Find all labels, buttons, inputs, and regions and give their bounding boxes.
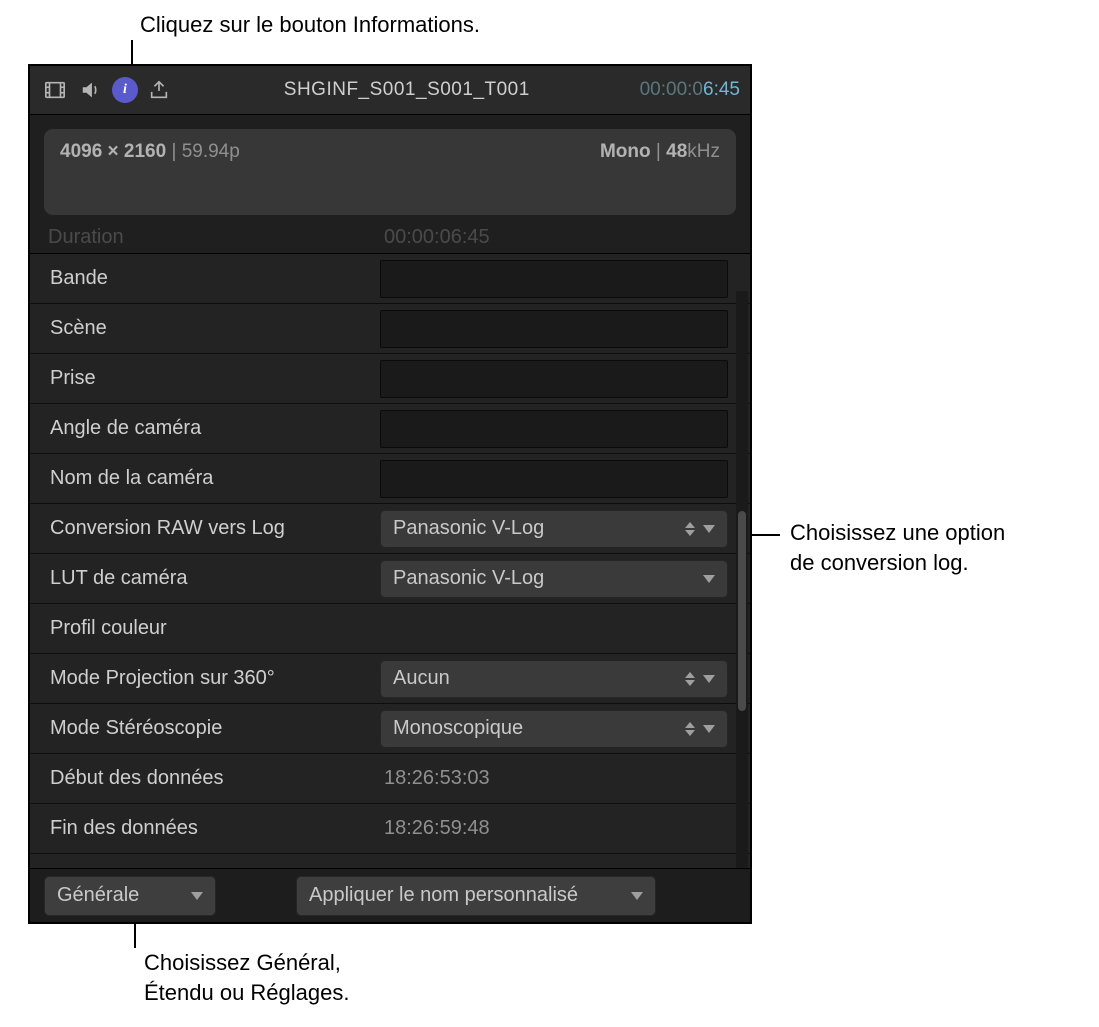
sample-rate-unit: kHz	[687, 141, 720, 162]
frame-rate-value: 59.94p	[182, 141, 240, 162]
timecode-value: 6:45	[703, 79, 740, 100]
callout-bottom-l1: Choisissez Général,	[144, 948, 341, 978]
dropdown-stereo-value: Monoscopique	[393, 717, 523, 740]
dropdown-lut-value: Panasonic V-Log	[393, 567, 544, 590]
clip-title: SHGINF_S001_S001_T001	[180, 79, 634, 101]
chevron-updown-icon	[685, 722, 695, 736]
dropdown-apply-value: Appliquer le nom personnalisé	[309, 884, 578, 907]
callout-bottom-l2: Étendu ou Réglages.	[144, 978, 350, 1008]
row-angle: Angle de caméra	[30, 404, 750, 454]
summary-sep: |	[166, 141, 182, 162]
value-debut-donnees: 18:26:53:03	[380, 767, 490, 790]
metadata-property-list: Bande Scène Prise Angle de caméra Nom de…	[30, 253, 750, 868]
label-profil-couleur: Profil couleur	[50, 617, 380, 640]
row-projection-360: Mode Projection sur 360° Aucun	[30, 654, 750, 704]
duration-label: Duration	[48, 226, 384, 249]
share-inspector-tab-icon[interactable]	[144, 75, 174, 105]
info-inspector-panel: i SHGINF_S001_S001_T001 00:00:06:45 4096…	[28, 64, 752, 924]
dropdown-apply-custom-name[interactable]: Appliquer le nom personnalisé	[296, 876, 656, 916]
row-debut-donnees: Début des données 18:26:53:03	[30, 754, 750, 804]
input-nom-camera[interactable]	[380, 460, 728, 498]
sample-rate-value: 48	[666, 141, 687, 162]
row-prise: Prise	[30, 354, 750, 404]
label-fin-donnees: Fin des données	[50, 817, 380, 840]
inspector-footer: Générale Appliquer le nom personnalisé	[30, 868, 750, 922]
row-stereoscopie: Mode Stéréoscopie Monoscopique	[30, 704, 750, 754]
dropdown-camera-lut[interactable]: Panasonic V-Log	[380, 560, 728, 598]
label-stereoscopie: Mode Stéréoscopie	[50, 717, 380, 740]
row-partial-cutoff	[30, 854, 750, 868]
input-angle[interactable]	[380, 410, 728, 448]
dropdown-raw-value: Panasonic V-Log	[393, 517, 544, 540]
row-profil-couleur: Profil couleur	[30, 604, 750, 654]
row-nom-camera: Nom de la caméra	[30, 454, 750, 504]
audio-inspector-tab-icon[interactable]	[76, 75, 106, 105]
row-fin-donnees: Fin des données 18:26:59:48	[30, 804, 750, 854]
label-prise: Prise	[50, 367, 380, 390]
audio-channels-value: Mono	[600, 141, 651, 162]
dropdown-projection-360[interactable]: Aucun	[380, 660, 728, 698]
dropdown-metadata-view[interactable]: Générale	[44, 876, 216, 916]
input-scene[interactable]	[380, 310, 728, 348]
dropdown-raw-to-log[interactable]: Panasonic V-Log	[380, 510, 728, 548]
row-raw-to-log: Conversion RAW vers Log Panasonic V-Log	[30, 504, 750, 554]
label-raw-to-log: Conversion RAW vers Log	[50, 517, 380, 540]
dropdown-stereoscopie[interactable]: Monoscopique	[380, 710, 728, 748]
callout-right-l2: de conversion log.	[790, 548, 969, 578]
label-nom-camera: Nom de la caméra	[50, 467, 380, 490]
clip-summary: 4096 × 2160 | 59.94p Mono | 48kHz	[44, 129, 736, 215]
callout-right-l1: Choisissez une option	[790, 518, 1005, 548]
video-inspector-tab-icon[interactable]	[40, 75, 70, 105]
label-camera-lut: LUT de caméra	[50, 567, 380, 590]
input-bande[interactable]	[380, 260, 728, 298]
chevron-updown-icon	[685, 672, 695, 686]
peek-row-duration: Duration 00:00:06:45	[30, 225, 750, 249]
row-camera-lut: LUT de caméra Panasonic V-Log	[30, 554, 750, 604]
timecode-zero-prefix: 00:00:0	[640, 79, 703, 100]
scrollbar-thumb[interactable]	[738, 511, 746, 711]
row-scene: Scène	[30, 304, 750, 354]
resolution-summary: 4096 × 2160 | 59.94p	[60, 141, 240, 203]
chevron-updown-icon	[685, 522, 695, 536]
audio-summary: Mono | 48kHz	[600, 141, 720, 203]
info-inspector-tab-icon[interactable]: i	[112, 77, 138, 103]
summary-sep: |	[651, 141, 667, 162]
label-projection-360: Mode Projection sur 360°	[50, 667, 380, 690]
value-fin-donnees: 18:26:59:48	[380, 817, 490, 840]
callout-top: Cliquez sur le bouton Informations.	[140, 10, 480, 40]
label-scene: Scène	[50, 317, 380, 340]
resolution-value: 4096 × 2160	[60, 141, 166, 162]
dropdown-projection-value: Aucun	[393, 667, 450, 690]
scrollbar-vertical[interactable]	[736, 291, 748, 868]
row-bande: Bande	[30, 254, 750, 304]
duration-value: 00:00:06:45	[384, 226, 490, 249]
label-angle: Angle de caméra	[50, 417, 380, 440]
input-prise[interactable]	[380, 360, 728, 398]
label-bande: Bande	[50, 267, 380, 290]
dropdown-metadata-view-value: Générale	[57, 884, 139, 907]
inspector-toolbar: i SHGINF_S001_S001_T001 00:00:06:45	[30, 66, 750, 115]
clip-timecode: 00:00:06:45	[640, 79, 740, 101]
label-debut-donnees: Début des données	[50, 767, 380, 790]
